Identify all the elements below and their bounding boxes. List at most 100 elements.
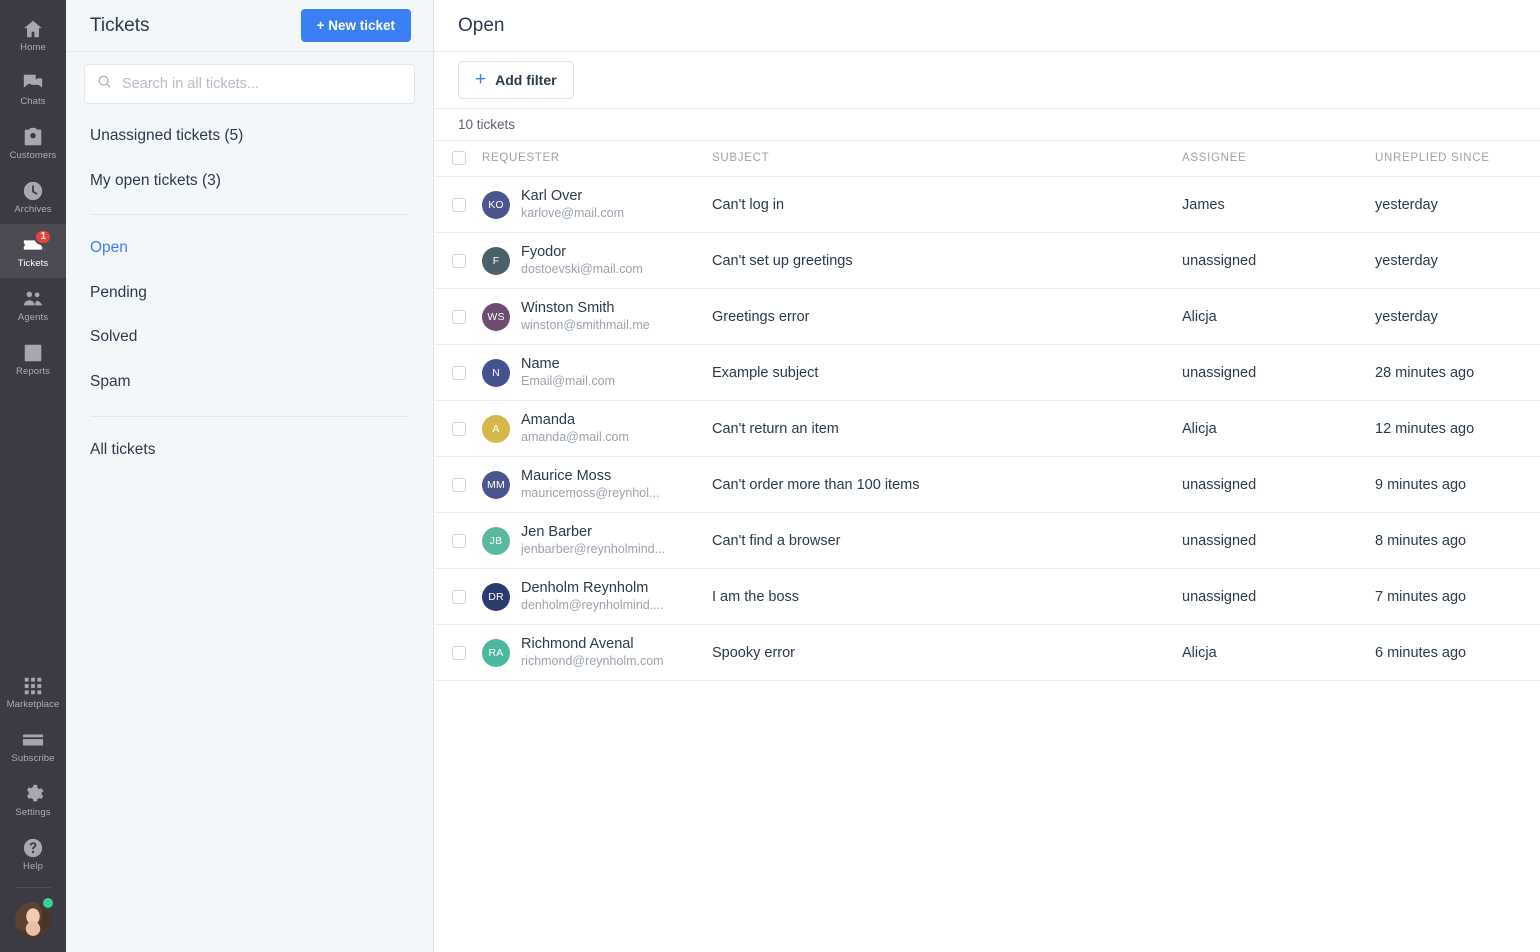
table-row[interactable]: FFyodordostoevski@mail.comCan't set up g…: [434, 233, 1540, 289]
avatar: JB: [482, 527, 510, 555]
agents-icon: [22, 288, 44, 310]
tickets-sidebar: Tickets + New ticket Unassigned tickets …: [66, 0, 434, 952]
rail-item-agents[interactable]: Agents: [0, 278, 66, 332]
row-checkbox[interactable]: [452, 478, 466, 492]
row-checkbox[interactable]: [452, 646, 466, 660]
rail-bottom-group: Marketplace SubscribeSettingsHelp: [0, 665, 66, 952]
rail-item-archives[interactable]: Archives: [0, 170, 66, 224]
sidebar-item-unassigned-tickets-5[interactable]: Unassigned tickets (5): [66, 114, 433, 159]
requester-email: amanda@mail.com: [521, 429, 629, 445]
subject-cell[interactable]: Can't set up greetings: [712, 233, 1182, 289]
sidebar-item-open[interactable]: Open: [66, 226, 433, 271]
avatar: F: [482, 247, 510, 275]
column-header-requester[interactable]: REQUESTER: [482, 141, 712, 177]
table-row[interactable]: AAmandaamanda@mail.comCan't return an it…: [434, 401, 1540, 457]
sidebar-item-spam[interactable]: Spam: [66, 360, 433, 405]
column-header-subject[interactable]: SUBJECT: [712, 141, 1182, 177]
rail-item-label: Agents: [18, 313, 48, 323]
sidebar-item-pending[interactable]: Pending: [66, 271, 433, 316]
avatar: WS: [482, 303, 510, 331]
avatar: KO: [482, 191, 510, 219]
subject-cell[interactable]: Can't order more than 100 items: [712, 457, 1182, 513]
table-row[interactable]: MMMaurice Mossmauricemoss@reynhol...Can'…: [434, 457, 1540, 513]
main-content: Open + Add filter 10 tickets REQUESTER S…: [434, 0, 1540, 952]
chats-icon: [22, 72, 44, 94]
subject-cell[interactable]: Spooky error: [712, 625, 1182, 681]
table-row[interactable]: WS Winston Smithwinston@smithmail.me Greet…: [434, 289, 1540, 345]
row-select-cell: [434, 289, 482, 345]
table-row[interactable]: JB Jen Barberjenbarber@reynholmind... Can'…: [434, 513, 1540, 569]
rail-item-settings[interactable]: Settings: [0, 773, 66, 827]
avatar: DR: [482, 583, 510, 611]
subject-cell[interactable]: Example subject: [712, 345, 1182, 401]
requester-name: Fyodor: [521, 243, 643, 261]
sidebar-item-solved[interactable]: Solved: [66, 315, 433, 360]
new-ticket-button[interactable]: + New ticket: [301, 9, 411, 42]
rail-item-marketplace[interactable]: Marketplace: [0, 665, 66, 719]
rail-item-label: Chats: [20, 97, 45, 107]
column-header-assignee[interactable]: ASSIGNEE: [1182, 141, 1375, 177]
rail-item-label: Marketplace: [7, 700, 60, 710]
rail-item-tickets[interactable]: 1Tickets: [0, 224, 66, 278]
requester-name: Karl Over: [521, 187, 624, 205]
requester-email: richmond@reynholm.com: [521, 653, 664, 669]
row-checkbox[interactable]: [452, 254, 466, 268]
column-header-unreplied-since[interactable]: UNREPLIED SINCE: [1375, 141, 1540, 177]
search-box[interactable]: [84, 64, 415, 104]
requester-email: mauricemoss@reynhol...: [521, 485, 659, 501]
row-checkbox[interactable]: [452, 422, 466, 436]
avatar: N: [482, 359, 510, 387]
unreplied-since-cell: yesterday: [1375, 289, 1540, 345]
subject-cell[interactable]: Can't log in: [712, 177, 1182, 233]
rail-item-reports[interactable]: Reports: [0, 332, 66, 386]
requester-email: winston@smithmail.me: [521, 317, 650, 333]
sidebar-item-my-open-tickets-3[interactable]: My open tickets (3): [66, 159, 433, 204]
rail-item-home[interactable]: Home: [0, 8, 66, 62]
select-all-checkbox[interactable]: [452, 151, 466, 165]
row-checkbox[interactable]: [452, 590, 466, 604]
filter-toolbar: + Add filter: [434, 52, 1540, 109]
ticket-icon: 1: [22, 234, 44, 256]
subject-cell[interactable]: Greetings error: [712, 289, 1182, 345]
table-row[interactable]: NNameEmail@mail.comExample subjectunassi…: [434, 345, 1540, 401]
avatar: A: [482, 415, 510, 443]
rail-item-chats[interactable]: Chats: [0, 62, 66, 116]
nav-divider-2: [90, 416, 409, 417]
unread-badge: 1: [34, 229, 52, 245]
requester-name: Winston Smith: [521, 299, 650, 317]
table-row[interactable]: RARichmond Avenalrichmond@reynholm.comSp…: [434, 625, 1540, 681]
requester-name: Jen Barber: [521, 523, 665, 541]
assignee-cell: Alicja: [1182, 401, 1375, 457]
current-user-avatar[interactable]: [0, 894, 66, 946]
question-mark-icon: [22, 837, 44, 859]
assignee-cell: Alicja: [1182, 289, 1375, 345]
unreplied-since-cell: 12 minutes ago: [1375, 401, 1540, 457]
row-checkbox[interactable]: [452, 366, 466, 380]
row-checkbox[interactable]: [452, 198, 466, 212]
row-checkbox[interactable]: [452, 310, 466, 324]
row-checkbox[interactable]: [452, 534, 466, 548]
search-input[interactable]: [122, 76, 402, 92]
rail-item-subscribe[interactable]: Subscribe: [0, 719, 66, 773]
subject-cell[interactable]: Can't find a browser: [712, 513, 1182, 569]
unreplied-since-cell: 6 minutes ago: [1375, 625, 1540, 681]
table-row[interactable]: KOKarl Overkarlove@mail.comCan't log inJ…: [434, 177, 1540, 233]
sidebar-item-all-tickets[interactable]: All tickets: [66, 428, 433, 473]
assignee-cell: unassigned: [1182, 513, 1375, 569]
requester-email: karlove@mail.com: [521, 205, 624, 221]
requester-email: jenbarber@reynholmind...: [521, 541, 665, 557]
add-filter-button[interactable]: + Add filter: [458, 61, 574, 99]
rail-item-customers[interactable]: Customers: [0, 116, 66, 170]
requester-email: denholm@reynholmind....: [521, 597, 664, 613]
select-all-header: [434, 141, 482, 177]
table-row[interactable]: DRDenholm Reynholmdenholm@reynholmind...…: [434, 569, 1540, 625]
grid-apps-icon: [22, 675, 44, 697]
app-root: Home Chats CustomersArchives1Tickets Agents…: [0, 0, 1540, 952]
unreplied-since-cell: 7 minutes ago: [1375, 569, 1540, 625]
subject-cell[interactable]: Can't return an item: [712, 401, 1182, 457]
subject-cell[interactable]: I am the boss: [712, 569, 1182, 625]
tickets-table-body: KO Karl Overkarlove@mail.com Can't log in J…: [434, 177, 1540, 681]
ticket-count: 10 tickets: [434, 109, 1540, 141]
rail-item-help[interactable]: Help: [0, 827, 66, 881]
gear-icon: [22, 783, 44, 805]
